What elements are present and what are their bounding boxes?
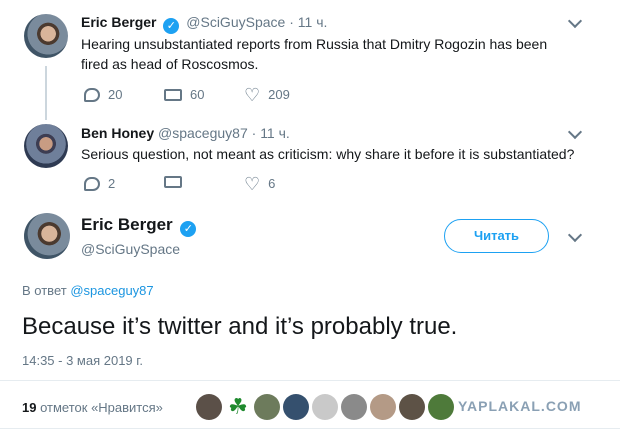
main-author-handle-row: @SciGuySpace: [81, 241, 180, 257]
author-handle[interactable]: @SciGuySpace: [186, 14, 285, 30]
like-button[interactable]: ♡ 6: [244, 173, 276, 194]
liker-avatar[interactable]: [428, 394, 454, 420]
author-handle[interactable]: @SciGuySpace: [81, 241, 180, 257]
main-author-name-row: Eric Berger ✓: [81, 215, 199, 237]
liker-avatar[interactable]: [283, 394, 309, 420]
tweet-ben-honey-reply[interactable]: Ben Honey @spaceguy87 · 11 ч. Serious qu…: [0, 118, 620, 206]
liker-avatar[interactable]: ☘: [225, 394, 251, 420]
liker-avatar[interactable]: [341, 394, 367, 420]
tweet-timestamp[interactable]: 14:35 - 3 мая 2019 г.: [22, 353, 143, 368]
avatar[interactable]: [24, 14, 68, 58]
liker-avatar[interactable]: [254, 394, 280, 420]
reply-to-line: В ответ @spaceguy87: [22, 283, 154, 298]
like-button[interactable]: ♡ 209: [244, 84, 290, 105]
avatar[interactable]: [24, 124, 68, 168]
tweet-header: Ben Honey @spaceguy87 · 11 ч.: [81, 125, 290, 141]
liker-avatar[interactable]: [399, 394, 425, 420]
tweet-time[interactable]: 11 ч.: [260, 125, 290, 141]
like-count: 6: [268, 176, 276, 191]
liker-avatar[interactable]: [196, 394, 222, 420]
like-count: 209: [268, 87, 290, 102]
author-name[interactable]: Ben Honey: [81, 125, 154, 141]
liker-avatar[interactable]: [312, 394, 338, 420]
liker-avatar[interactable]: [370, 394, 396, 420]
reply-prefix: В ответ: [22, 283, 67, 298]
chevron-down-icon[interactable]: [567, 13, 583, 29]
watermark: YAPLAKAL.COM: [458, 398, 582, 414]
avatar[interactable]: [24, 213, 70, 259]
main-tweet-text: Because it’s twitter and it’s probably t…: [22, 313, 458, 340]
follow-button[interactable]: Читать: [444, 219, 549, 253]
tweet-header: Eric Berger ✓ @SciGuySpace · 11 ч.: [81, 14, 327, 34]
reply-to-handle-link[interactable]: @spaceguy87: [70, 283, 153, 298]
author-handle[interactable]: @spaceguy87: [158, 125, 248, 141]
likes-count: 19: [22, 400, 37, 415]
retweet-button[interactable]: [164, 176, 190, 188]
separator-dot: ·: [289, 14, 298, 30]
tweet-text: Serious question, not meant as criticism…: [81, 146, 575, 162]
chevron-down-icon[interactable]: [567, 124, 583, 140]
divider: [0, 380, 620, 381]
author-name[interactable]: Eric Berger: [81, 215, 173, 234]
tweet-eric-berger-original[interactable]: Eric Berger ✓ @SciGuySpace · 11 ч. Heari…: [0, 0, 620, 118]
heart-icon: ♡: [244, 173, 261, 194]
author-name[interactable]: Eric Berger: [81, 14, 156, 30]
chevron-down-icon[interactable]: [567, 227, 583, 243]
reply-count: 2: [108, 176, 116, 191]
retweet-icon: [164, 176, 182, 188]
reply-button[interactable]: 2: [84, 176, 115, 191]
reply-icon: [84, 176, 100, 191]
reply-icon: [84, 87, 100, 102]
reply-button[interactable]: 20: [84, 87, 122, 102]
heart-icon: ♡: [244, 84, 261, 105]
separator-dot: ·: [251, 125, 261, 141]
tweet-text: Hearing unsubstantiated reports from Rus…: [81, 36, 548, 72]
divider: [0, 428, 620, 429]
retweet-count: 60: [190, 87, 205, 102]
retweet-button[interactable]: 60: [164, 87, 204, 102]
likes-summary[interactable]: 19 отметок «Нравится»: [22, 400, 163, 415]
retweet-icon: [164, 88, 182, 101]
likes-label: отметок «Нравится»: [40, 400, 163, 415]
tweet-time[interactable]: 11 ч.: [298, 14, 328, 30]
verified-badge-icon: ✓: [180, 221, 197, 237]
reply-count: 20: [108, 87, 123, 102]
verified-badge-icon: ✓: [163, 18, 180, 34]
